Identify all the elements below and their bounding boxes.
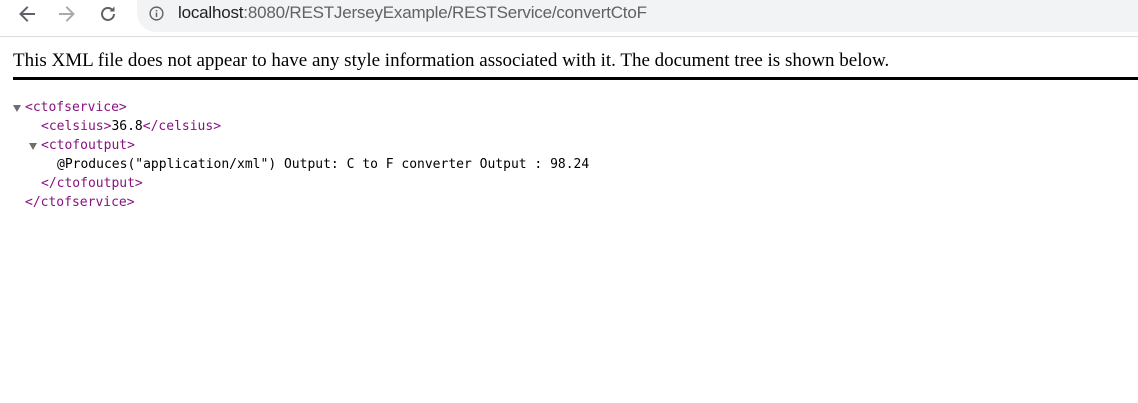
url-host: localhost: [178, 3, 244, 22]
ctofservice-close-line: </ctofservice>: [25, 193, 135, 212]
celsius-line: <celsius>36.8</celsius>: [41, 117, 221, 136]
ctofoutput-text: @Produces("application/xml") Output: C t…: [57, 157, 590, 172]
ctofoutput-open-line: <ctofoutput>: [41, 136, 135, 155]
forward-arrow-icon: [59, 6, 75, 22]
celsius-open-tag: <celsius>: [41, 119, 112, 134]
url-text[interactable]: localhost:8080/RESTJerseyExample/RESTSer…: [178, 2, 647, 24]
back-arrow-icon: [19, 6, 35, 22]
url-path: :8080/RESTJerseyExample/RESTService/conv…: [243, 3, 647, 22]
info-icon[interactable]: [149, 6, 164, 21]
ctofoutput-open-tag: <ctofoutput>: [41, 138, 135, 153]
forward-button[interactable]: [53, 0, 81, 28]
toolbar-divider: [0, 36, 1138, 37]
xml-tree: <ctofservice> <celsius>36.8</celsius> <c…: [0, 98, 589, 364]
ctofservice-open-line: <ctofservice>: [25, 98, 127, 117]
ctofoutput-text-line: @Produces("application/xml") Output: C t…: [57, 155, 589, 174]
xml-style-notice: This XML file does not appear to have an…: [13, 50, 890, 71]
address-bar[interactable]: localhost:8080/RESTJerseyExample/RESTSer…: [137, 0, 1138, 32]
ctofservice-close-tag: </ctofservice>: [25, 195, 135, 210]
reload-icon: [101, 6, 115, 21]
back-button[interactable]: [13, 0, 41, 28]
browser-toolbar: localhost:8080/RESTJerseyExample/RESTSer…: [0, 0, 1138, 32]
ctofoutput-close-line: </ctofoutput>: [41, 174, 143, 193]
celsius-close-tag: </celsius>: [142, 119, 222, 134]
ctofoutput-close-tag: </ctofoutput>: [41, 176, 143, 191]
ctofservice-open-tag: <ctofservice>: [25, 100, 127, 115]
collapse-ctofservice-icon[interactable]: [13, 105, 21, 112]
reload-button[interactable]: [94, 0, 122, 28]
collapse-ctofoutput-icon[interactable]: [29, 143, 37, 150]
celsius-value: 36.8: [111, 119, 143, 134]
notice-divider: [13, 77, 1138, 80]
